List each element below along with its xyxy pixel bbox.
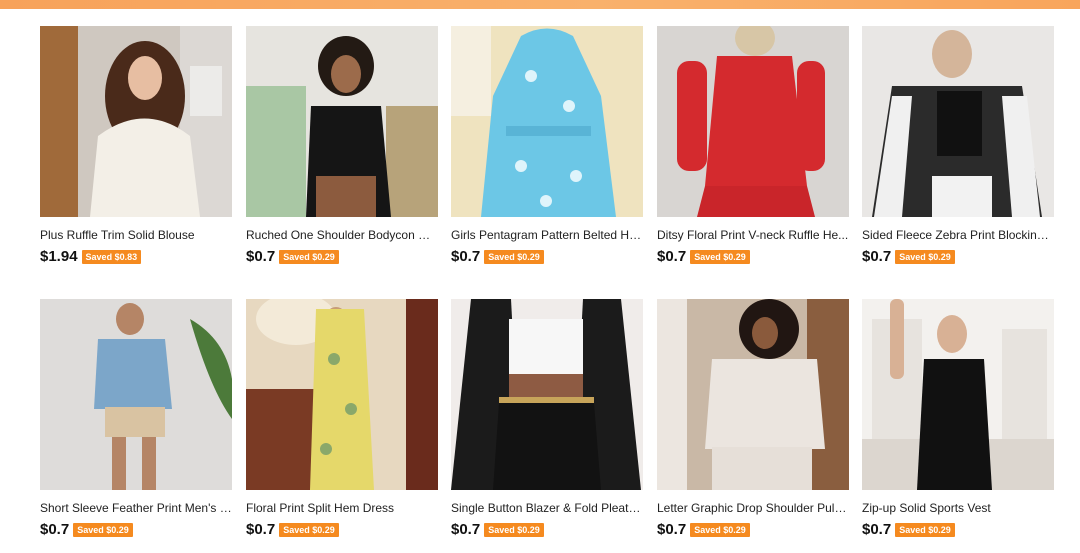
product-grid: Plus Ruffle Trim Solid Blouse $1.94 Save… (0, 0, 1080, 553)
product-title[interactable]: Short Sleeve Feather Print Men's C... (40, 501, 232, 516)
price-row: $0.7 Saved $0.29 (451, 521, 544, 539)
product-title[interactable]: Plus Ruffle Trim Solid Blouse (40, 228, 232, 243)
saved-badge: Saved $0.29 (895, 250, 955, 264)
product-title[interactable]: Single Button Blazer & Fold Pleate... (451, 501, 643, 516)
price-row: $0.7 Saved $0.29 (246, 248, 339, 266)
price-row: $1.94 Saved $0.83 (40, 248, 142, 266)
product-title[interactable]: Zip-up Solid Sports Vest (862, 501, 1054, 516)
product-price: $0.7 (246, 248, 276, 265)
product-title[interactable]: Girls Pentagram Pattern Belted Ho... (451, 228, 643, 243)
product-price: $0.7 (451, 521, 481, 538)
product-image[interactable] (657, 299, 849, 490)
saved-badge: Saved $0.29 (690, 523, 750, 537)
product-image[interactable] (246, 26, 438, 217)
price-row: $0.7 Saved $0.29 (657, 248, 750, 266)
product-title[interactable]: Letter Graphic Drop Shoulder Pullo... (657, 501, 849, 516)
product-image[interactable] (451, 26, 643, 217)
product-image[interactable] (40, 299, 232, 490)
product-price: $0.7 (657, 521, 687, 538)
saved-badge: Saved $0.29 (895, 523, 955, 537)
product-image[interactable] (862, 299, 1054, 490)
price-row: $0.7 Saved $0.29 (862, 521, 955, 539)
price-row: $0.7 Saved $0.29 (246, 521, 339, 539)
product-price: $0.7 (657, 248, 687, 265)
saved-badge: Saved $0.29 (279, 250, 339, 264)
product-image[interactable] (246, 299, 438, 490)
product-price: $0.7 (246, 521, 276, 538)
product-title[interactable]: Sided Fleece Zebra Print Blocking ... (862, 228, 1054, 243)
product-image[interactable] (40, 26, 232, 217)
product-price: $1.94 (40, 248, 78, 265)
saved-badge: Saved $0.29 (279, 523, 339, 537)
product-price: $0.7 (451, 248, 481, 265)
price-row: $0.7 Saved $0.29 (451, 248, 544, 266)
product-price: $0.7 (862, 248, 892, 265)
price-row: $0.7 Saved $0.29 (40, 521, 133, 539)
saved-badge: Saved $0.29 (484, 523, 544, 537)
saved-badge: Saved $0.29 (484, 250, 544, 264)
product-title[interactable]: Floral Print Split Hem Dress (246, 501, 438, 516)
product-image[interactable] (657, 26, 849, 217)
product-image[interactable] (451, 299, 643, 490)
product-image[interactable] (862, 26, 1054, 217)
price-row: $0.7 Saved $0.29 (862, 248, 955, 266)
product-price: $0.7 (40, 521, 70, 538)
price-row: $0.7 Saved $0.29 (657, 521, 750, 539)
saved-badge: Saved $0.29 (690, 250, 750, 264)
saved-badge: Saved $0.83 (81, 250, 142, 264)
product-price: $0.7 (862, 521, 892, 538)
product-title[interactable]: Ditsy Floral Print V-neck Ruffle He... (657, 228, 849, 243)
product-title[interactable]: Ruched One Shoulder Bodycon Dr... (246, 228, 438, 243)
saved-badge: Saved $0.29 (73, 523, 133, 537)
